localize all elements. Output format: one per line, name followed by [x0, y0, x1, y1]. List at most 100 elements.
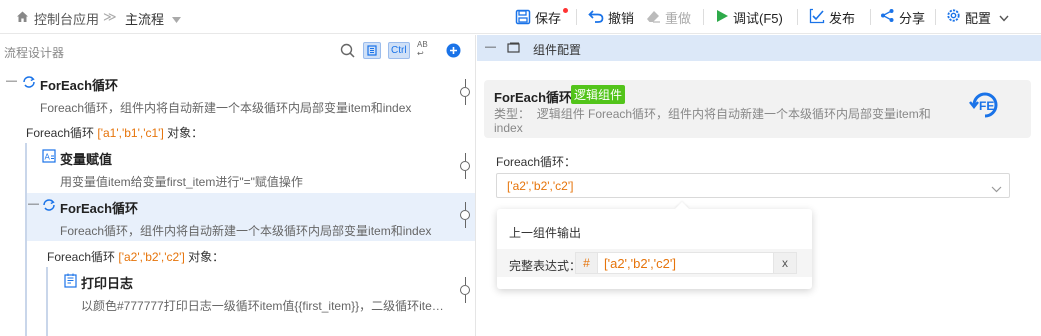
chevron-down-icon [991, 182, 1002, 196]
add-icon[interactable] [446, 43, 461, 61]
connector-line [465, 79, 466, 87]
search-icon[interactable] [340, 43, 355, 61]
output-popup: 上一组件输出 完整表达式： # ['a2','b2','c2'] x [497, 201, 812, 289]
chevron-down-icon [999, 10, 1013, 25]
foreach-logo-icon: FE [968, 88, 1002, 125]
caret-down-icon[interactable] [172, 12, 181, 26]
node-title[interactable]: ForEach循环 [60, 198, 138, 217]
loop-label-prefix: Foreach循环 [26, 126, 98, 140]
play-icon [715, 9, 733, 26]
debug-label: 调试(F5) [733, 10, 783, 26]
clear-expression-button[interactable]: x [773, 252, 797, 274]
share-button[interactable]: 分享 [880, 7, 925, 27]
foreach-object-select[interactable]: ['a2','b2','c2'] [496, 173, 1010, 198]
node-connector[interactable] [460, 161, 470, 171]
component-info-card: ForEach循环 逻辑组件 类型： 逻辑组件 Foreach循环，组件内将自动… [484, 80, 1031, 138]
window-icon [507, 42, 520, 57]
copy-icon[interactable] [363, 42, 381, 59]
divider [576, 9, 577, 25]
expression-label: 完整表达式： [509, 259, 582, 273]
component-type-description: 类型： 逻辑组件 Foreach循环，组件内将自动新建一个本级循环内局部变量it… [494, 107, 934, 135]
node-title[interactable]: 打印日志 [81, 273, 133, 292]
divider [797, 9, 798, 25]
connector-line [465, 295, 466, 303]
type-label: 类型： [494, 107, 531, 121]
node-description: Foreach循环，组件内将自动新建一个本级循环内局部变量item和index [60, 224, 432, 238]
connector-line [465, 171, 466, 179]
node-description: Foreach循环，组件内将自动新建一个本级循环内局部变量item和index [40, 101, 412, 115]
redo-button[interactable]: 重做 [645, 7, 691, 27]
node-description: 以颜色#777777打印日志一级循环item值{{first_item}}，二级… [81, 299, 444, 313]
foreach-field-label: Foreach循环： [496, 155, 577, 169]
home-icon[interactable] [16, 10, 29, 26]
gear-icon [946, 8, 965, 26]
nesting-rail [46, 267, 48, 336]
unsaved-dot [563, 8, 568, 13]
loop-label-prefix: Foreach循环 [47, 250, 119, 264]
popup-title: 上一组件输出 [509, 226, 582, 240]
node-connector[interactable] [460, 87, 470, 97]
expression-row: 完整表达式： # ['a2','b2','c2'] x [497, 249, 812, 277]
breadcrumb-current: 主流程 [125, 12, 165, 27]
ctrl-toggle[interactable]: Ctrl [388, 42, 410, 59]
type-desc: 逻辑组件 Foreach循环，组件内将自动新建一个本级循环内局部变量item和i… [494, 107, 931, 135]
share-label: 分享 [899, 10, 926, 26]
variable-assign-icon: A [42, 149, 56, 166]
collapse-toggle[interactable]: — [6, 75, 17, 87]
undo-icon [588, 8, 608, 27]
spellcheck-icon[interactable]: AB ↩ [417, 40, 428, 58]
component-type-badge: 逻辑组件 [571, 85, 626, 104]
breadcrumb-separator: ≫ [103, 9, 117, 24]
top-toolbar: 控制台应用 ≫ 主流程 保存 撤销 重做 调试(F5) 发布 分享 配置 [0, 0, 1041, 34]
component-title: ForEach循环 [494, 90, 573, 105]
expression-input[interactable]: # ['a2','b2','c2'] [575, 252, 785, 274]
print-log-icon [63, 273, 78, 291]
config-header: — 组件配置 [477, 35, 1041, 61]
popup-arrow [674, 201, 690, 217]
connector-line [465, 97, 466, 105]
collapse-panel-toggle[interactable]: — [485, 41, 496, 53]
publish-icon [809, 8, 829, 27]
loop-label-suffix: 对象： [163, 126, 204, 140]
config-label: 配置 [965, 10, 992, 26]
connector-line [465, 202, 466, 210]
divider [935, 9, 936, 25]
save-label: 保存 [535, 10, 562, 26]
expression-value: ['a2','b2','c2'] [604, 256, 676, 271]
config-header-title: 组件配置 [533, 43, 582, 57]
node-title[interactable]: 变量赋值 [60, 149, 112, 168]
loop-object-value: ['a1','b1','c1'] [97, 126, 164, 140]
breadcrumb-home[interactable]: 控制台应用 [34, 9, 99, 28]
loop-label-suffix: 对象： [184, 250, 225, 264]
loop-icon [42, 198, 56, 215]
node-title[interactable]: ForEach循环 [40, 75, 118, 94]
component-config-panel: — 组件配置 ForEach循环 逻辑组件 类型： 逻辑组件 Foreach循环… [477, 35, 1041, 336]
flow-designer-panel: 流程设计器 Ctrl AB ↩ — ForEach循环 Foreach循环，组件内… [0, 35, 476, 336]
connector-line [465, 277, 466, 285]
spellcheck-letters: AB [417, 40, 428, 49]
connector-line [465, 153, 466, 161]
save-icon [515, 8, 568, 25]
collapse-toggle[interactable]: — [28, 198, 39, 210]
undo-label: 撤销 [608, 10, 635, 26]
foreach-object-value: ['a2','b2','c2'] [507, 179, 574, 193]
debug-button[interactable]: 调试(F5) [715, 7, 783, 27]
divider [703, 9, 704, 25]
config-button[interactable]: 配置 [946, 7, 1013, 27]
loop-object-label: Foreach循环 ['a1','b1','c1'] 对象： [26, 124, 203, 141]
publish-label: 发布 [829, 10, 856, 26]
eraser-icon [645, 8, 665, 27]
save-button[interactable]: 保存 [515, 7, 568, 27]
node-connector[interactable] [460, 285, 470, 295]
svg-text:A: A [45, 153, 51, 162]
redo-label: 重做 [665, 10, 692, 26]
loop-icon [22, 75, 36, 92]
svg-text:FE: FE [979, 99, 994, 113]
connector-line [465, 220, 466, 228]
publish-button[interactable]: 发布 [809, 7, 855, 27]
undo-button[interactable]: 撤销 [588, 7, 634, 27]
loop-object-value: ['a2','b2','c2'] [118, 250, 185, 264]
node-connector[interactable] [460, 210, 470, 220]
divider [870, 9, 871, 25]
hash-prefix: # [576, 253, 598, 273]
